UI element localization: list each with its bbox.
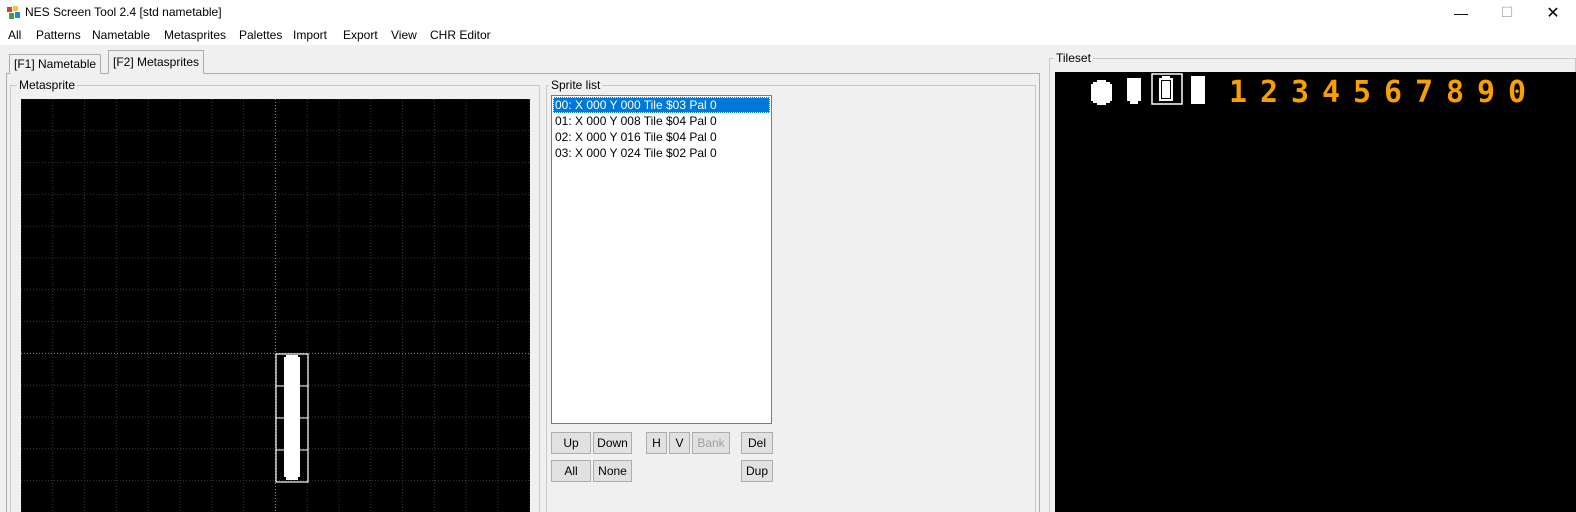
menu-palettes[interactable]: Palettes <box>239 28 282 42</box>
digit-tile: 6 <box>1384 75 1402 110</box>
sprite-tiles <box>275 353 309 483</box>
up-button[interactable]: Up <box>551 432 591 454</box>
select-all-button[interactable]: All <box>551 460 591 482</box>
metasprite-label: Metasprite <box>17 78 78 92</box>
list-item[interactable]: 02: X 000 Y 016 Tile $04 Pal 0 <box>553 129 770 145</box>
tile-02-bar-selected <box>1151 73 1183 105</box>
duplicate-button[interactable]: Dup <box>741 460 773 482</box>
flip-h-button[interactable]: H <box>646 432 667 454</box>
tile-00-dot <box>1089 80 1114 109</box>
sprite-listbox[interactable]: 00: X 000 Y 000 Tile $03 Pal 0 01: X 000… <box>551 95 772 424</box>
tile-01-bar <box>1127 78 1141 104</box>
sprite-list-label: Sprite list <box>549 78 603 92</box>
menu-chr-editor[interactable]: CHR Editor <box>430 28 491 42</box>
maximize-button[interactable]: ☐ <box>1484 0 1530 25</box>
bank-button[interactable]: Bank <box>692 432 730 454</box>
digit-tile: 5 <box>1353 75 1371 110</box>
app-icon <box>7 6 20 19</box>
minimize-button[interactable]: — <box>1438 0 1484 25</box>
list-item[interactable]: 00: X 000 Y 000 Tile $03 Pal 0 <box>553 97 770 113</box>
menu-patterns[interactable]: Patterns <box>36 28 81 42</box>
tab-metasprites[interactable]: [F2] Metasprites <box>108 50 205 74</box>
close-button[interactable]: ✕ <box>1530 0 1576 25</box>
digit-tile: 3 <box>1291 75 1309 110</box>
tileset-canvas[interactable]: 1234567890 <box>1055 72 1576 512</box>
digit-tile: 0 <box>1508 75 1526 110</box>
digit-tile: 4 <box>1322 75 1340 110</box>
menu-metasprites[interactable]: Metasprites <box>164 28 226 42</box>
select-none-button[interactable]: None <box>593 460 632 482</box>
digit-tile: 2 <box>1260 75 1278 110</box>
list-item[interactable]: 03: X 000 Y 024 Tile $02 Pal 0 <box>553 145 770 161</box>
window-title: NES Screen Tool 2.4 [std nametable] <box>25 5 222 19</box>
delete-button[interactable]: Del <box>741 432 773 454</box>
digit-tiles: 1234567890 <box>1229 75 1526 110</box>
list-item[interactable]: 01: X 000 Y 008 Tile $04 Pal 0 <box>553 113 770 129</box>
menu-view[interactable]: View <box>391 28 417 42</box>
tileset-label: Tileset <box>1054 51 1093 65</box>
digit-tile: 9 <box>1477 75 1495 110</box>
digit-tile: 7 <box>1415 75 1433 110</box>
tile-03-bar <box>1191 76 1205 104</box>
menu-all[interactable]: All <box>8 28 21 42</box>
menu-import[interactable]: Import <box>293 28 327 42</box>
down-button[interactable]: Down <box>593 432 632 454</box>
title-bar: NES Screen Tool 2.4 [std nametable] — ☐ … <box>0 0 1576 25</box>
menu-nametable[interactable]: Nametable <box>92 28 150 42</box>
digit-tile: 8 <box>1446 75 1464 110</box>
metasprite-canvas[interactable] <box>21 99 530 512</box>
flip-v-button[interactable]: V <box>669 432 690 454</box>
menu-export[interactable]: Export <box>343 28 378 42</box>
menu-bar: All Patterns Nametable Metasprites Palet… <box>0 25 1576 45</box>
digit-tile: 1 <box>1229 75 1247 110</box>
tab-nametable[interactable]: [F1] Nametable <box>9 54 102 74</box>
